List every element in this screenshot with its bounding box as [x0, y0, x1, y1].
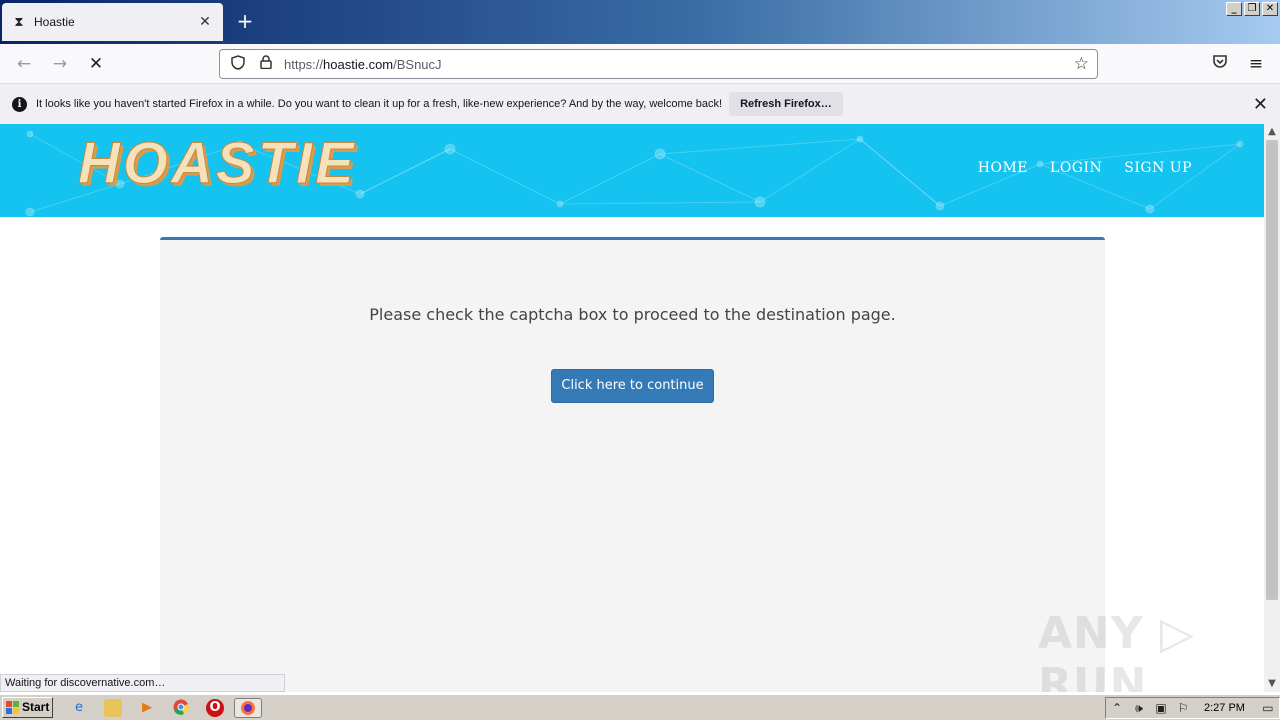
site-logo[interactable]: HOASTIE: [78, 130, 357, 197]
back-button[interactable]: ←: [12, 52, 36, 76]
restore-button[interactable]: ❐: [1244, 2, 1260, 16]
clock: 2:27 PM: [1204, 702, 1245, 714]
close-window-button[interactable]: ✕: [1262, 2, 1278, 16]
app-menu-icon[interactable]: ≡: [1244, 52, 1268, 76]
hourglass-icon: ⧗: [14, 14, 24, 30]
show-desktop-icon[interactable]: ▭: [1257, 701, 1279, 715]
new-tab-button[interactable]: +: [234, 10, 256, 32]
volume-icon[interactable]: 🕪: [1128, 701, 1150, 716]
taskbar: Start e ▶ O ⌃ 🕪 ▣ ⚐ 2:27 PM ▭: [0, 694, 1280, 720]
window-controls: _ ❐ ✕: [1226, 2, 1278, 16]
start-button[interactable]: Start: [2, 697, 53, 718]
nav-home-link[interactable]: HOME: [978, 160, 1028, 176]
site-header: HOASTIE HOME LOGIN SIGN UP: [0, 124, 1264, 217]
notification-close-icon[interactable]: ✕: [1253, 94, 1268, 115]
notification-message: It looks like you haven't started Firefo…: [36, 98, 723, 110]
nav-signup-link[interactable]: SIGN UP: [1124, 160, 1192, 176]
shield-icon[interactable]: [228, 54, 248, 74]
continue-button[interactable]: Click here to continue: [551, 369, 714, 403]
folder-icon[interactable]: [104, 699, 122, 717]
url-bar[interactable]: https://hoastie.com/BSnucJ ☆: [219, 49, 1098, 79]
refresh-firefox-button[interactable]: Refresh Firefox…: [729, 92, 843, 116]
page-viewport: HOASTIE HOME LOGIN SIGN UP Please check …: [0, 124, 1264, 692]
lock-icon[interactable]: [256, 55, 276, 73]
stop-button[interactable]: ✕: [84, 52, 108, 76]
notification-bar: i It looks like you haven't started Fire…: [0, 84, 1280, 124]
scrollbar-thumb[interactable]: [1266, 140, 1278, 600]
windows-flag-icon: [6, 701, 19, 714]
network-icon[interactable]: ▣: [1150, 701, 1172, 715]
status-text: Waiting for discovernative.com…: [0, 674, 285, 692]
firefox-taskbar-icon[interactable]: [234, 698, 262, 718]
url-text[interactable]: https://hoastie.com/BSnucJ: [284, 57, 1074, 72]
captcha-panel: Please check the captcha box to proceed …: [160, 237, 1105, 692]
chrome-icon[interactable]: [172, 699, 190, 717]
system-tray: ⌃ 🕪 ▣ ⚐ 2:27 PM ▭: [1105, 697, 1280, 719]
opera-icon[interactable]: O: [206, 699, 224, 717]
scroll-up-icon[interactable]: ▲: [1264, 124, 1280, 140]
forward-button[interactable]: →: [48, 52, 72, 76]
anyrun-watermark: ANY ▷ RUN: [1038, 608, 1195, 692]
tab-hoastie[interactable]: ⧗ Hoastie ✕: [2, 3, 223, 41]
tab-title: Hoastie: [34, 15, 75, 29]
navigation-toolbar: ← → ✕ https://hoastie.com/BSnucJ ☆ ≡: [0, 44, 1280, 84]
captcha-prompt: Please check the captcha box to proceed …: [369, 305, 896, 324]
internet-explorer-icon[interactable]: e: [70, 699, 88, 717]
info-icon: i: [12, 96, 27, 112]
action-center-flag-icon[interactable]: ⚐: [1172, 701, 1194, 715]
pocket-icon[interactable]: [1208, 52, 1232, 76]
bookmark-star-icon[interactable]: ☆: [1074, 54, 1089, 74]
browser-tab-strip: ⧗ Hoastie ✕ + _ ❐ ✕: [0, 0, 1280, 44]
minimize-button[interactable]: _: [1226, 2, 1242, 16]
media-player-icon[interactable]: ▶: [138, 699, 156, 717]
tab-close-icon[interactable]: ✕: [197, 14, 213, 30]
tray-expand-icon[interactable]: ⌃: [1106, 701, 1128, 715]
start-label: Start: [22, 700, 50, 714]
nav-login-link[interactable]: LOGIN: [1050, 160, 1102, 176]
site-nav: HOME LOGIN SIGN UP: [978, 160, 1192, 176]
page-scrollbar[interactable]: ▲ ▼: [1264, 124, 1280, 692]
scroll-down-icon[interactable]: ▼: [1264, 676, 1280, 692]
